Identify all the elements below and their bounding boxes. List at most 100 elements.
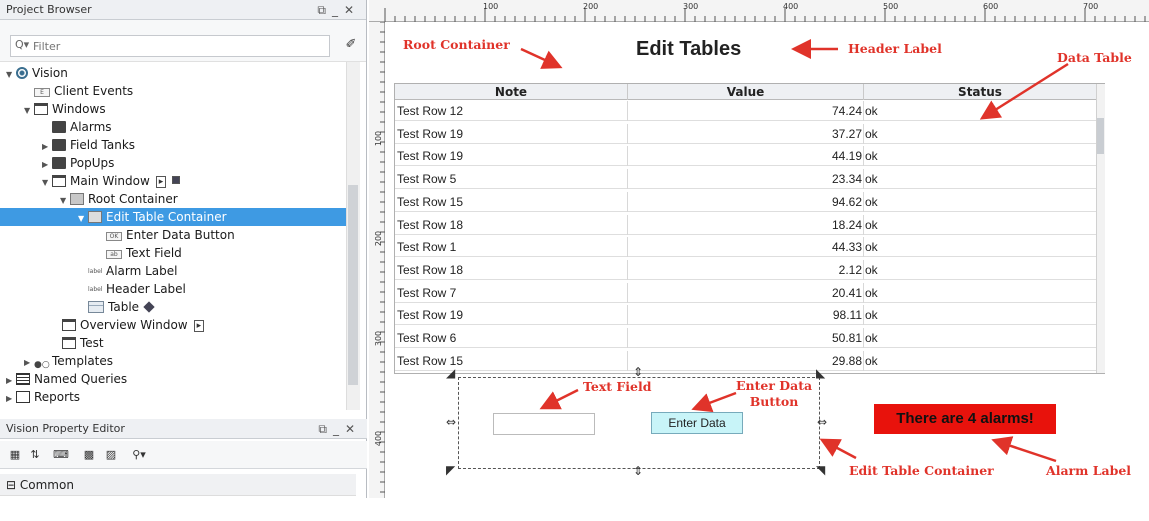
cell-status: ok	[865, 262, 878, 277]
resize-handle-icon[interactable]: ⇕	[633, 366, 643, 378]
table-row[interactable]: Test Row 6 50.81 ok	[395, 328, 1096, 348]
tree-item-templates[interactable]: ▶ ●○ Templates	[24, 352, 113, 370]
tree-item-reports[interactable]: ▶ Reports	[6, 388, 80, 406]
resize-handle-icon[interactable]: ◥	[816, 464, 825, 476]
column-header-value[interactable]: Value	[628, 84, 864, 100]
window-icon	[62, 337, 76, 349]
tree-item-header-label[interactable]: label Header Label	[78, 280, 186, 298]
tree-item-edit-table-container[interactable]: ▼ Edit Table Container	[0, 208, 346, 226]
cell-value: 23.34	[628, 169, 864, 190]
folder-icon	[52, 121, 66, 133]
project-tree: ▼ Vision E Client Events ▼ Windows Alarms ▶…	[0, 62, 346, 410]
docked-icon	[172, 176, 181, 184]
resize-handle-icon[interactable]: ◤	[446, 464, 455, 476]
tree-item-alarm-label[interactable]: label Alarm Label	[78, 262, 178, 280]
resize-handle-icon[interactable]: ◢	[446, 367, 455, 379]
ruler-label: 100	[483, 2, 499, 11]
table-row[interactable]: Test Row 18 2.12 ok	[395, 259, 1096, 280]
resize-handle-icon[interactable]: ◣	[816, 367, 825, 379]
resize-handle-icon[interactable]: ⇕	[633, 465, 643, 477]
tree-item-windows[interactable]: ▼ Windows	[24, 100, 106, 118]
data-table[interactable]: Note Value Status Test Row 12 74.24 ok Test…	[394, 83, 1105, 374]
filter-options-icon[interactable]: ✐	[342, 36, 360, 54]
resize-handle-icon[interactable]: ⇔	[817, 416, 827, 428]
tree-item-enter-data-button[interactable]: OK Enter Data Button	[96, 226, 235, 244]
column-header-status[interactable]: Status	[864, 84, 1096, 100]
tree-label: Templates	[52, 354, 114, 368]
tree-item-client-events[interactable]: E Client Events	[24, 82, 133, 100]
tree-item-text-field[interactable]: ab Text Field	[96, 244, 182, 262]
tree-item-field-tanks[interactable]: ▶ Field Tanks	[42, 136, 135, 154]
container-icon	[88, 211, 102, 223]
collapse-icon[interactable]: ⊟	[6, 478, 20, 492]
edit-property-icon[interactable]: ▨	[102, 447, 120, 463]
table-row[interactable]: Test Row 1 44.33 ok	[395, 237, 1096, 258]
annotation-edit-table-container: Edit Table Container	[849, 463, 994, 478]
ruler-label: 600	[983, 2, 999, 11]
ruler-label: 500	[883, 2, 899, 11]
tree-item-table[interactable]: Table	[78, 298, 155, 316]
categorized-icon[interactable]: ▦	[6, 447, 24, 463]
open-window-icon: ▸	[155, 176, 167, 188]
cell-value: 44.19	[628, 146, 864, 167]
table-row[interactable]: Test Row 12 74.24 ok	[395, 101, 1096, 121]
arrow-edit-table-container	[819, 438, 857, 460]
table-row[interactable]: Test Row 15 94.62 ok	[395, 191, 1096, 212]
resize-handle-icon[interactable]: ⇔	[446, 416, 456, 428]
common-section[interactable]: ⊟ Common	[0, 474, 356, 496]
property-editor-title: Vision Property Editor	[6, 422, 125, 435]
table-row[interactable]: Test Row 19 37.27 ok	[395, 123, 1096, 144]
text-field[interactable]	[493, 413, 595, 435]
tree-label: Text Field	[126, 246, 182, 260]
designer-canvas: 100 200 300 400 500 600 700 100 200 300 …	[369, 0, 1149, 498]
report-icon	[16, 391, 30, 403]
filter-input[interactable]	[10, 35, 330, 57]
chevron-down-icon[interactable]: ▼	[78, 210, 88, 228]
panel-controls[interactable]: ⧉_✕	[318, 419, 361, 439]
cell-note: Test Row 5	[395, 169, 628, 190]
add-property-icon[interactable]: ▩	[80, 447, 98, 463]
root-container[interactable]: Edit Tables Note Value Status Test Row 1…	[386, 23, 1149, 498]
table-row[interactable]: Test Row 19 98.11 ok	[395, 305, 1096, 326]
section-label: Common	[19, 478, 74, 492]
filter-bar: Q▾ ✐	[4, 32, 362, 58]
tree-item-vision[interactable]: ▼ Vision	[6, 64, 68, 82]
alarm-label[interactable]: There are 4 alarms!	[874, 404, 1056, 434]
ruler-label: 200	[374, 230, 384, 247]
tree-label: Field Tanks	[70, 138, 136, 152]
chevron-down-icon[interactable]: ▼	[24, 102, 34, 120]
filter-dropdown-icon[interactable]: ⚲▾	[130, 447, 148, 463]
tree-item-alarms[interactable]: Alarms	[42, 118, 112, 136]
tree-label: Reports	[34, 390, 81, 404]
cell-value: 50.81	[628, 328, 864, 348]
keyboard-icon[interactable]: ⌨	[52, 447, 70, 463]
table-row[interactable]: Test Row 15 29.88 ok	[395, 350, 1096, 371]
chevron-right-icon[interactable]: ▶	[6, 390, 16, 408]
sort-az-icon[interactable]: ⇅	[26, 447, 44, 463]
column-header-note[interactable]: Note	[395, 84, 628, 100]
header-label[interactable]: Edit Tables	[636, 38, 741, 61]
ruler-label: 400	[783, 2, 799, 11]
table-row[interactable]: Test Row 19 44.19 ok	[395, 146, 1096, 167]
panel-controls[interactable]: ⧉_✕	[317, 0, 360, 20]
tree-item-named-queries[interactable]: ▶ Named Queries	[6, 370, 127, 388]
cell-value: 18.24	[628, 214, 864, 235]
table-scroll-thumb[interactable]	[1097, 118, 1104, 154]
table-row[interactable]: Test Row 5 23.34 ok	[395, 169, 1096, 190]
tree-item-root-container[interactable]: ▼ Root Container	[60, 190, 178, 208]
chevron-down-icon[interactable]: ▼	[6, 66, 16, 84]
tree-item-main-window[interactable]: ▼ Main Window ▸	[42, 172, 181, 192]
table-row[interactable]: Test Row 7 20.41 ok	[395, 282, 1096, 303]
tree-label: Header Label	[106, 282, 186, 296]
cell-status: ok	[865, 149, 878, 164]
table-row[interactable]: Test Row 18 18.24 ok	[395, 214, 1096, 235]
cell-note: Test Row 19	[395, 146, 628, 167]
tree-item-overview-window[interactable]: Overview Window ▸	[52, 316, 205, 334]
enter-data-button[interactable]: Enter Data	[651, 412, 743, 434]
tree-scroll-thumb[interactable]	[348, 185, 358, 385]
chevron-down-icon[interactable]: ▼	[42, 174, 52, 192]
tree-item-popups[interactable]: ▶ PopUps	[42, 154, 114, 172]
tree-label: Main Window	[70, 174, 150, 188]
tree-item-test[interactable]: Test	[52, 334, 104, 352]
tree-label: Windows	[52, 102, 106, 116]
